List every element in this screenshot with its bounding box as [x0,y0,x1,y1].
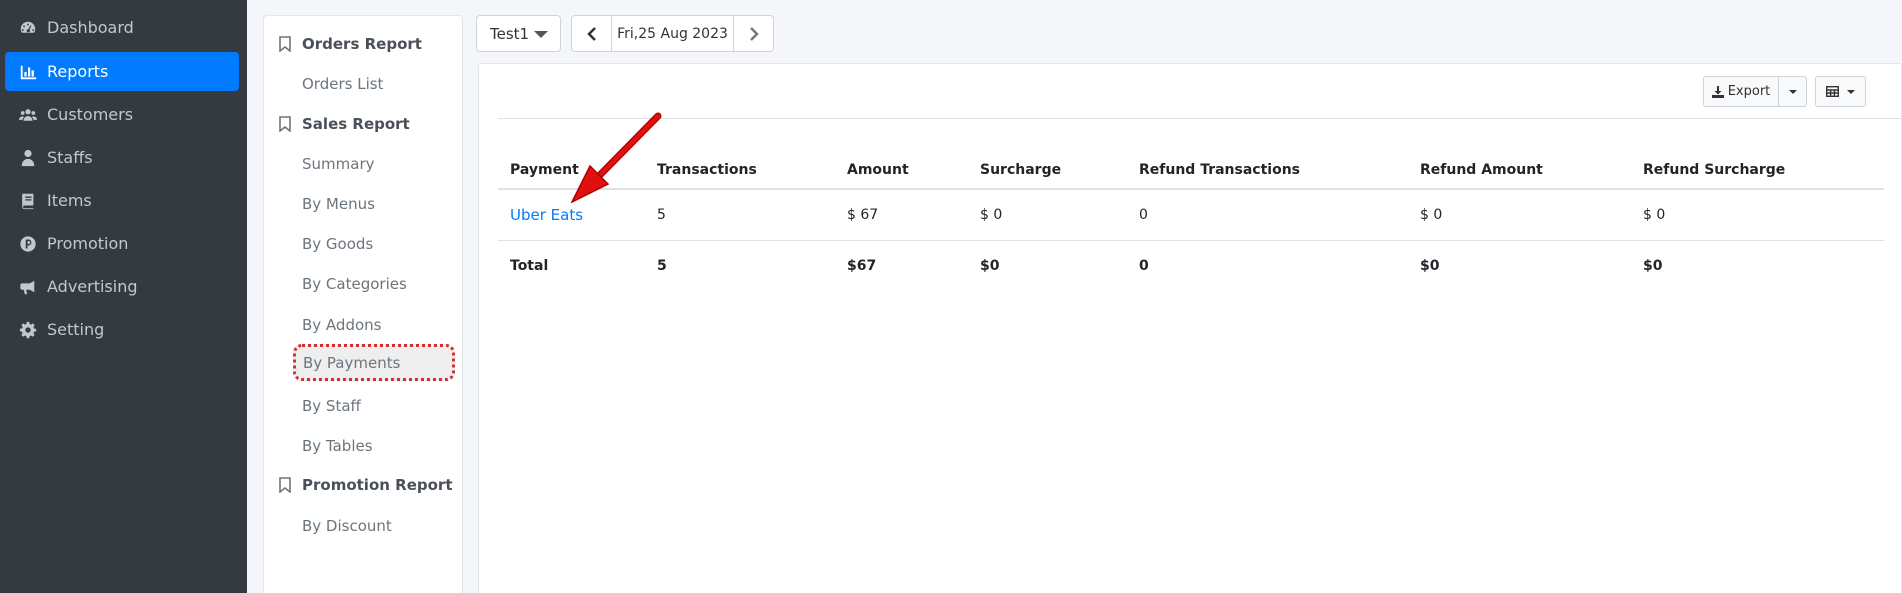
report-menu: Orders Report Orders List Sales Report S… [263,15,463,593]
menu-by-addons[interactable]: By Addons [302,316,381,334]
sidebar-item-items[interactable]: Items [5,181,239,220]
chevron-left-icon [586,26,596,41]
sidebar-item-label: Dashboard [47,18,134,37]
header-refund-amount[interactable]: Refund Amount [1420,152,1543,188]
orders-report-heading[interactable]: Orders Report [278,35,422,53]
sidebar-item-label: Promotion [47,234,129,253]
divider [498,118,1901,119]
total-refund-surcharge: $0 [1643,258,1663,274]
transactions-cell: 5 [657,207,666,223]
total-amount: $67 [847,258,877,274]
sidebar-item-label: Customers [47,105,134,124]
menu-by-goods[interactable]: By Goods [302,235,373,253]
header-surcharge[interactable]: Surcharge [980,152,1061,188]
bookmark-icon [279,477,291,493]
branch-select-value: Test1 [490,24,530,43]
sidebar-item-label: Staffs [47,148,93,167]
menu-by-tables[interactable]: By Tables [302,437,373,455]
staff-icon [17,149,39,167]
table-row: Uber Eats 5 $ 67 $ 0 0 $ 0 $ 0 [498,190,1884,241]
header-refund-surcharge[interactable]: Refund Surcharge [1643,152,1785,188]
menu-by-staff[interactable]: By Staff [302,397,361,415]
sidebar-item-customers[interactable]: Customers [5,95,239,134]
sidebar-item-setting[interactable]: Setting [5,310,239,349]
sidebar-item-promotion[interactable]: Promotion [5,224,239,263]
date-navigator: Fri,25 Aug 2023 [571,15,774,52]
menu-by-categories[interactable]: By Categories [302,275,407,293]
refund-amount-cell: $ 0 [1420,207,1443,223]
header-transactions[interactable]: Transactions [657,152,757,188]
sidebar-item-label: Advertising [47,277,138,296]
columns-toggle-button[interactable] [1815,76,1866,107]
header-amount[interactable]: Amount [847,152,909,188]
previous-day-button[interactable] [572,16,611,51]
sidebar-item-advertising[interactable]: Advertising [5,267,239,306]
date-display[interactable]: Fri,25 Aug 2023 [611,16,734,51]
menu-summary[interactable]: Summary [302,155,375,173]
surcharge-cell: $ 0 [980,207,1003,223]
sales-report-heading[interactable]: Sales Report [278,115,410,133]
export-dropdown-toggle[interactable] [1778,77,1806,106]
caret-down-icon [1847,89,1855,94]
promotion-report-heading[interactable]: Promotion Report [278,476,452,494]
branch-select[interactable]: Test1 [476,15,561,52]
bar-chart-icon [17,63,39,81]
next-day-button[interactable] [734,16,773,51]
sidebar-item-reports[interactable]: Reports [5,52,239,91]
menu-by-menus[interactable]: By Menus [302,195,375,213]
users-icon [17,106,39,124]
dashboard-icon [17,19,39,37]
sidebar-item-label: Items [47,191,92,210]
total-label: Total [510,258,549,274]
download-icon [1711,85,1724,98]
payment-link[interactable]: Uber Eats [510,206,583,224]
promotion-icon [17,235,39,253]
total-refund-amount: $0 [1420,258,1440,274]
menu-by-discount[interactable]: By Discount [302,517,392,535]
export-button[interactable]: Export [1704,77,1778,106]
caret-down-icon [534,31,548,38]
payment-cell: Uber Eats [510,190,583,240]
menu-by-payments[interactable]: By Payments [293,344,455,381]
refund-surcharge-cell: $ 0 [1643,207,1666,223]
amount-cell: $ 67 [847,207,879,223]
header-payment[interactable]: Payment [510,152,579,188]
total-refund-transactions: 0 [1139,258,1149,274]
total-transactions: 5 [657,258,667,274]
bookmark-icon [279,116,291,132]
megaphone-icon [17,278,39,296]
table-icon [1826,86,1839,97]
table-header: Payment Transactions Amount Surcharge Re… [498,152,1884,190]
table-total-row: Total 5 $67 $0 0 $0 $0 [498,241,1884,291]
gear-icon [17,321,39,339]
caret-down-icon [1788,89,1797,94]
menu-orders-list[interactable]: Orders List [302,75,383,93]
sidebar-item-dashboard[interactable]: Dashboard [5,8,239,47]
sidebar: Dashboard Reports Customers Staffs Items… [0,0,247,593]
bookmark-icon [279,36,291,52]
chevron-right-icon [749,26,759,41]
refund-transactions-cell: 0 [1139,207,1148,223]
sidebar-item-label: Setting [47,320,105,339]
total-surcharge: $0 [980,258,1000,274]
sidebar-item-staffs[interactable]: Staffs [5,138,239,177]
report-card: Export Payment Transactions Amount Surch… [478,63,1902,593]
export-button-group: Export [1703,76,1807,107]
sidebar-item-label: Reports [47,62,109,81]
header-refund-transactions[interactable]: Refund Transactions [1139,152,1300,188]
book-icon [17,192,39,210]
